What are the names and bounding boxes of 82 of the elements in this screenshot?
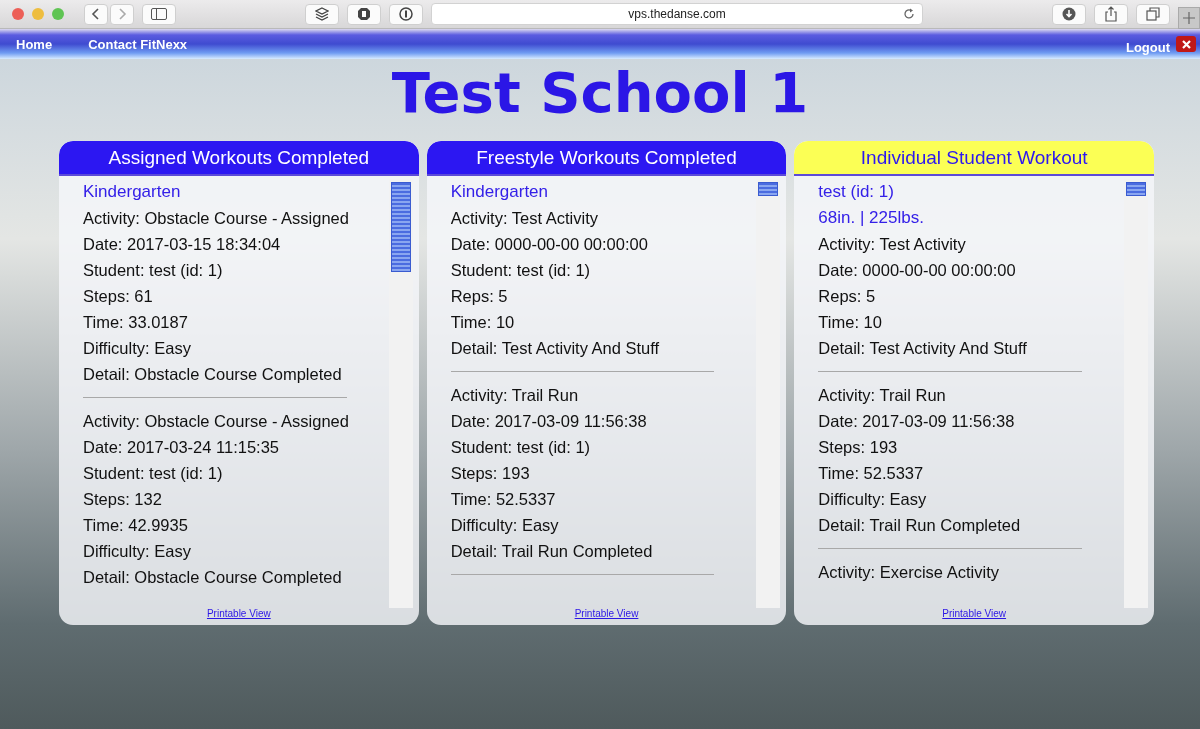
workout-detail: Time: 33.0187 — [83, 312, 189, 333]
workout-detail: Student: test (id: 1) — [450, 437, 592, 458]
plus-icon — [1183, 12, 1195, 24]
workout-detail: Date: 2017-03-24 11:15:35 — [83, 437, 280, 458]
workout-detail: Date: 2017-03-15 18:34:04 — [83, 234, 282, 255]
page-title: Test School 1 — [390, 65, 810, 121]
workout-detail: Steps: 132 — [83, 489, 163, 510]
scrollbar[interactable] — [388, 179, 413, 608]
close-window-icon[interactable] — [12, 8, 24, 20]
close-icon — [1181, 39, 1191, 49]
workout-detail: Detail: Obstacle Course Completed — [83, 567, 343, 588]
scrollbar[interactable] — [1124, 179, 1148, 608]
workout-detail: Time: 42.9935 — [83, 515, 189, 536]
workout-detail: Activity: Trail Run — [450, 385, 580, 406]
download-button[interactable] — [1052, 3, 1086, 25]
workout-detail: Detail: Test Activity And Stuff — [450, 338, 661, 359]
workout-detail: Time: 10 — [450, 312, 516, 333]
group-heading: 68in. | 225lbs. — [818, 207, 925, 229]
workout-detail: Time: 10 — [818, 312, 883, 333]
printable-view-link[interactable]: Printable View — [206, 608, 271, 619]
zoom-window-icon[interactable] — [52, 8, 64, 20]
group-heading: Kindergarten — [450, 181, 549, 203]
back-button[interactable] — [84, 3, 108, 25]
address-field[interactable]: vps.thedanse.com — [431, 3, 923, 25]
workout-detail: Difficulty: Easy — [818, 489, 928, 510]
workout-detail: Time: 52.5337 — [450, 489, 557, 510]
workout-detail: Detail: Test Activity And Stuff — [818, 338, 1028, 359]
tabs-icon — [1146, 7, 1160, 21]
workout-detail: Difficulty: Easy — [450, 515, 560, 536]
workout-detail: Activity: Test Activity — [450, 208, 599, 229]
panel-header: Assigned Workouts Completed — [59, 141, 419, 176]
workout-detail: Time: 52.5337 — [818, 463, 925, 484]
workout-detail: Detail: Trail Run Completed — [450, 541, 654, 562]
group-heading: test (id: 1) — [818, 181, 895, 203]
workout-detail: Date: 0000-00-00 00:00:00 — [818, 260, 1017, 281]
workout-detail: Student: test (id: 1) — [450, 260, 592, 281]
workout-detail: Steps: 61 — [83, 286, 154, 307]
workout-detail: Steps: 193 — [818, 437, 899, 458]
new-tab-button[interactable] — [1178, 7, 1200, 29]
workout-detail: Student: test (id: 1) — [83, 463, 224, 484]
share-button[interactable] — [1094, 3, 1128, 25]
logout-link[interactable]: Logout — [1125, 39, 1170, 55]
panel-header: Individual Student Workout — [794, 141, 1154, 176]
reload-icon[interactable] — [903, 8, 915, 20]
forward-button[interactable] — [110, 3, 134, 25]
workout-detail: Date: 2017-03-09 11:56:38 — [450, 411, 648, 432]
layers-button[interactable] — [305, 3, 339, 25]
workout-detail: Difficulty: Easy — [83, 338, 192, 359]
scrollbar-thumb[interactable] — [390, 182, 411, 272]
share-icon — [1104, 6, 1118, 22]
workout-detail: Activity: Obstacle Course - Assigned — [83, 411, 350, 432]
workout-detail: Reps: 5 — [818, 286, 877, 307]
workout-detail: Detail: Obstacle Course Completed — [83, 364, 343, 385]
workout-detail: Activity: Test Activity — [818, 234, 967, 255]
scrollbar-thumb[interactable] — [758, 182, 779, 196]
close-button[interactable] — [1176, 36, 1196, 52]
sidebar-button[interactable] — [142, 3, 176, 25]
info-circle-icon — [399, 7, 413, 21]
download-icon — [1062, 7, 1076, 21]
scrollbar[interactable] — [756, 179, 781, 608]
workout-detail: Date: 0000-00-00 00:00:00 — [450, 234, 649, 255]
workout-detail: Student: test (id: 1) — [83, 260, 224, 281]
printable-view-link[interactable]: Printable View — [574, 608, 639, 619]
workout-detail: Difficulty: Easy — [83, 541, 192, 562]
nav-link[interactable]: Contact FitNexx — [88, 36, 188, 52]
workout-detail: Activity: Trail Run — [818, 385, 947, 406]
workout-detail: Detail: Trail Run Completed — [818, 515, 1022, 536]
workout-detail: Steps: 193 — [450, 463, 531, 484]
tabs-button[interactable] — [1136, 3, 1170, 25]
group-heading: Kindergarten — [83, 181, 182, 203]
scrollbar-thumb[interactable] — [1126, 182, 1146, 196]
workout-detail: Activity: Exercise Activity — [818, 562, 1000, 583]
layers-icon — [315, 7, 329, 21]
panel-header: Freestyle Workouts Completed — [426, 141, 787, 176]
workout-detail: Date: 2017-03-09 11:56:38 — [818, 411, 1016, 432]
sidebar-icon — [151, 8, 167, 20]
chevron-left-icon — [91, 7, 101, 21]
workout-detail: Activity: Obstacle Course - Assigned — [83, 208, 350, 229]
workout-detail: Reps: 5 — [450, 286, 509, 307]
nav-link[interactable]: Home — [16, 36, 53, 52]
printable-view-link[interactable]: Printable View — [942, 608, 1007, 619]
chevron-right-icon — [117, 7, 127, 21]
